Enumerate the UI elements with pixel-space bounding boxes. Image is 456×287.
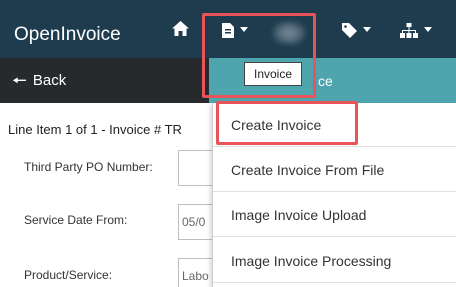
back-button[interactable]: 🠔 Back [12,70,67,90]
service-date-from-label: Service Date From: [24,213,128,227]
blurred-nav-item[interactable] [272,21,306,45]
invoice-tooltip: Invoice [244,62,302,86]
menu-item-image-invoice-processing[interactable]: Image Invoice Processing [213,239,456,283]
menu-item-image-invoice-upload[interactable]: Image Invoice Upload [213,193,456,237]
invoice-icon[interactable] [222,23,234,43]
menu-item-create-invoice-from-file[interactable]: Create Invoice From File [213,148,456,192]
line-item-title: Line Item 1 of 1 - Invoice # TR [8,122,182,137]
invoice-dropdown-menu: Create Invoice Create Invoice From File … [212,103,456,287]
back-label: Back [32,72,67,89]
sitemap-icon[interactable] [400,23,418,43]
third-party-po-label: Third Party PO Number: [24,160,153,174]
home-icon[interactable] [172,21,189,41]
arrow-left-icon: 🠔 [12,70,27,90]
product-service-label: Product/Service: [24,268,113,282]
chevron-down-icon[interactable] [240,27,248,32]
tag-icon[interactable] [342,23,357,43]
chevron-down-icon[interactable] [363,27,371,32]
page-header-text: ce [318,73,333,89]
menu-item-create-invoice[interactable]: Create Invoice [213,103,456,147]
chevron-down-icon[interactable] [424,27,432,32]
brand-logo[interactable]: OpenInvoice [14,24,121,46]
